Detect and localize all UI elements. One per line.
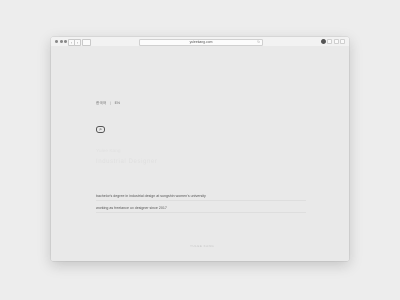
- divider: [96, 212, 306, 213]
- footer-text: YULEE KANG: [190, 244, 215, 248]
- close-window-button[interactable]: [55, 40, 58, 43]
- logo[interactable]: yk: [96, 126, 105, 133]
- minimize-window-button[interactable]: [59, 40, 63, 43]
- window-controls: [55, 40, 68, 43]
- page-content: 한국어 | EN yk Yulee Kang Industrial Designer…: [51, 46, 349, 261]
- bio-education: bachelor's degree in industrial design a…: [96, 194, 206, 198]
- zoom-window-button[interactable]: [64, 40, 68, 43]
- divider: [96, 200, 306, 201]
- share-icon[interactable]: [327, 39, 332, 44]
- faded-name-text: Yulee Kang: [96, 149, 121, 154]
- lang-en-link[interactable]: EN: [115, 101, 120, 105]
- new-tab-icon[interactable]: [340, 39, 345, 44]
- reload-icon[interactable]: ↻: [257, 40, 260, 45]
- browser-window: ‹ › yuleekang.com ↻ 한국어 | EN yk Yulee Kang…: [51, 37, 349, 261]
- forward-button[interactable]: ›: [74, 39, 81, 46]
- bio-work: working as freelance ux designer since 2…: [96, 206, 167, 210]
- chevron-left-icon: ‹: [70, 40, 73, 45]
- url-text: yuleekang.com: [189, 40, 213, 44]
- chevron-right-icon: ›: [76, 40, 79, 45]
- language-switcher: 한국어 | EN: [96, 101, 120, 106]
- lang-ko-link[interactable]: 한국어: [96, 101, 107, 105]
- extension-icon[interactable]: [320, 39, 326, 44]
- faded-title-text: Industrial Designer: [96, 159, 158, 165]
- lang-separator: |: [110, 101, 112, 105]
- address-bar[interactable]: yuleekang.com ↻: [139, 39, 263, 46]
- sidebar-button[interactable]: [82, 39, 91, 46]
- tabs-icon[interactable]: [333, 39, 339, 44]
- toolbar-right-icons: [320, 39, 345, 44]
